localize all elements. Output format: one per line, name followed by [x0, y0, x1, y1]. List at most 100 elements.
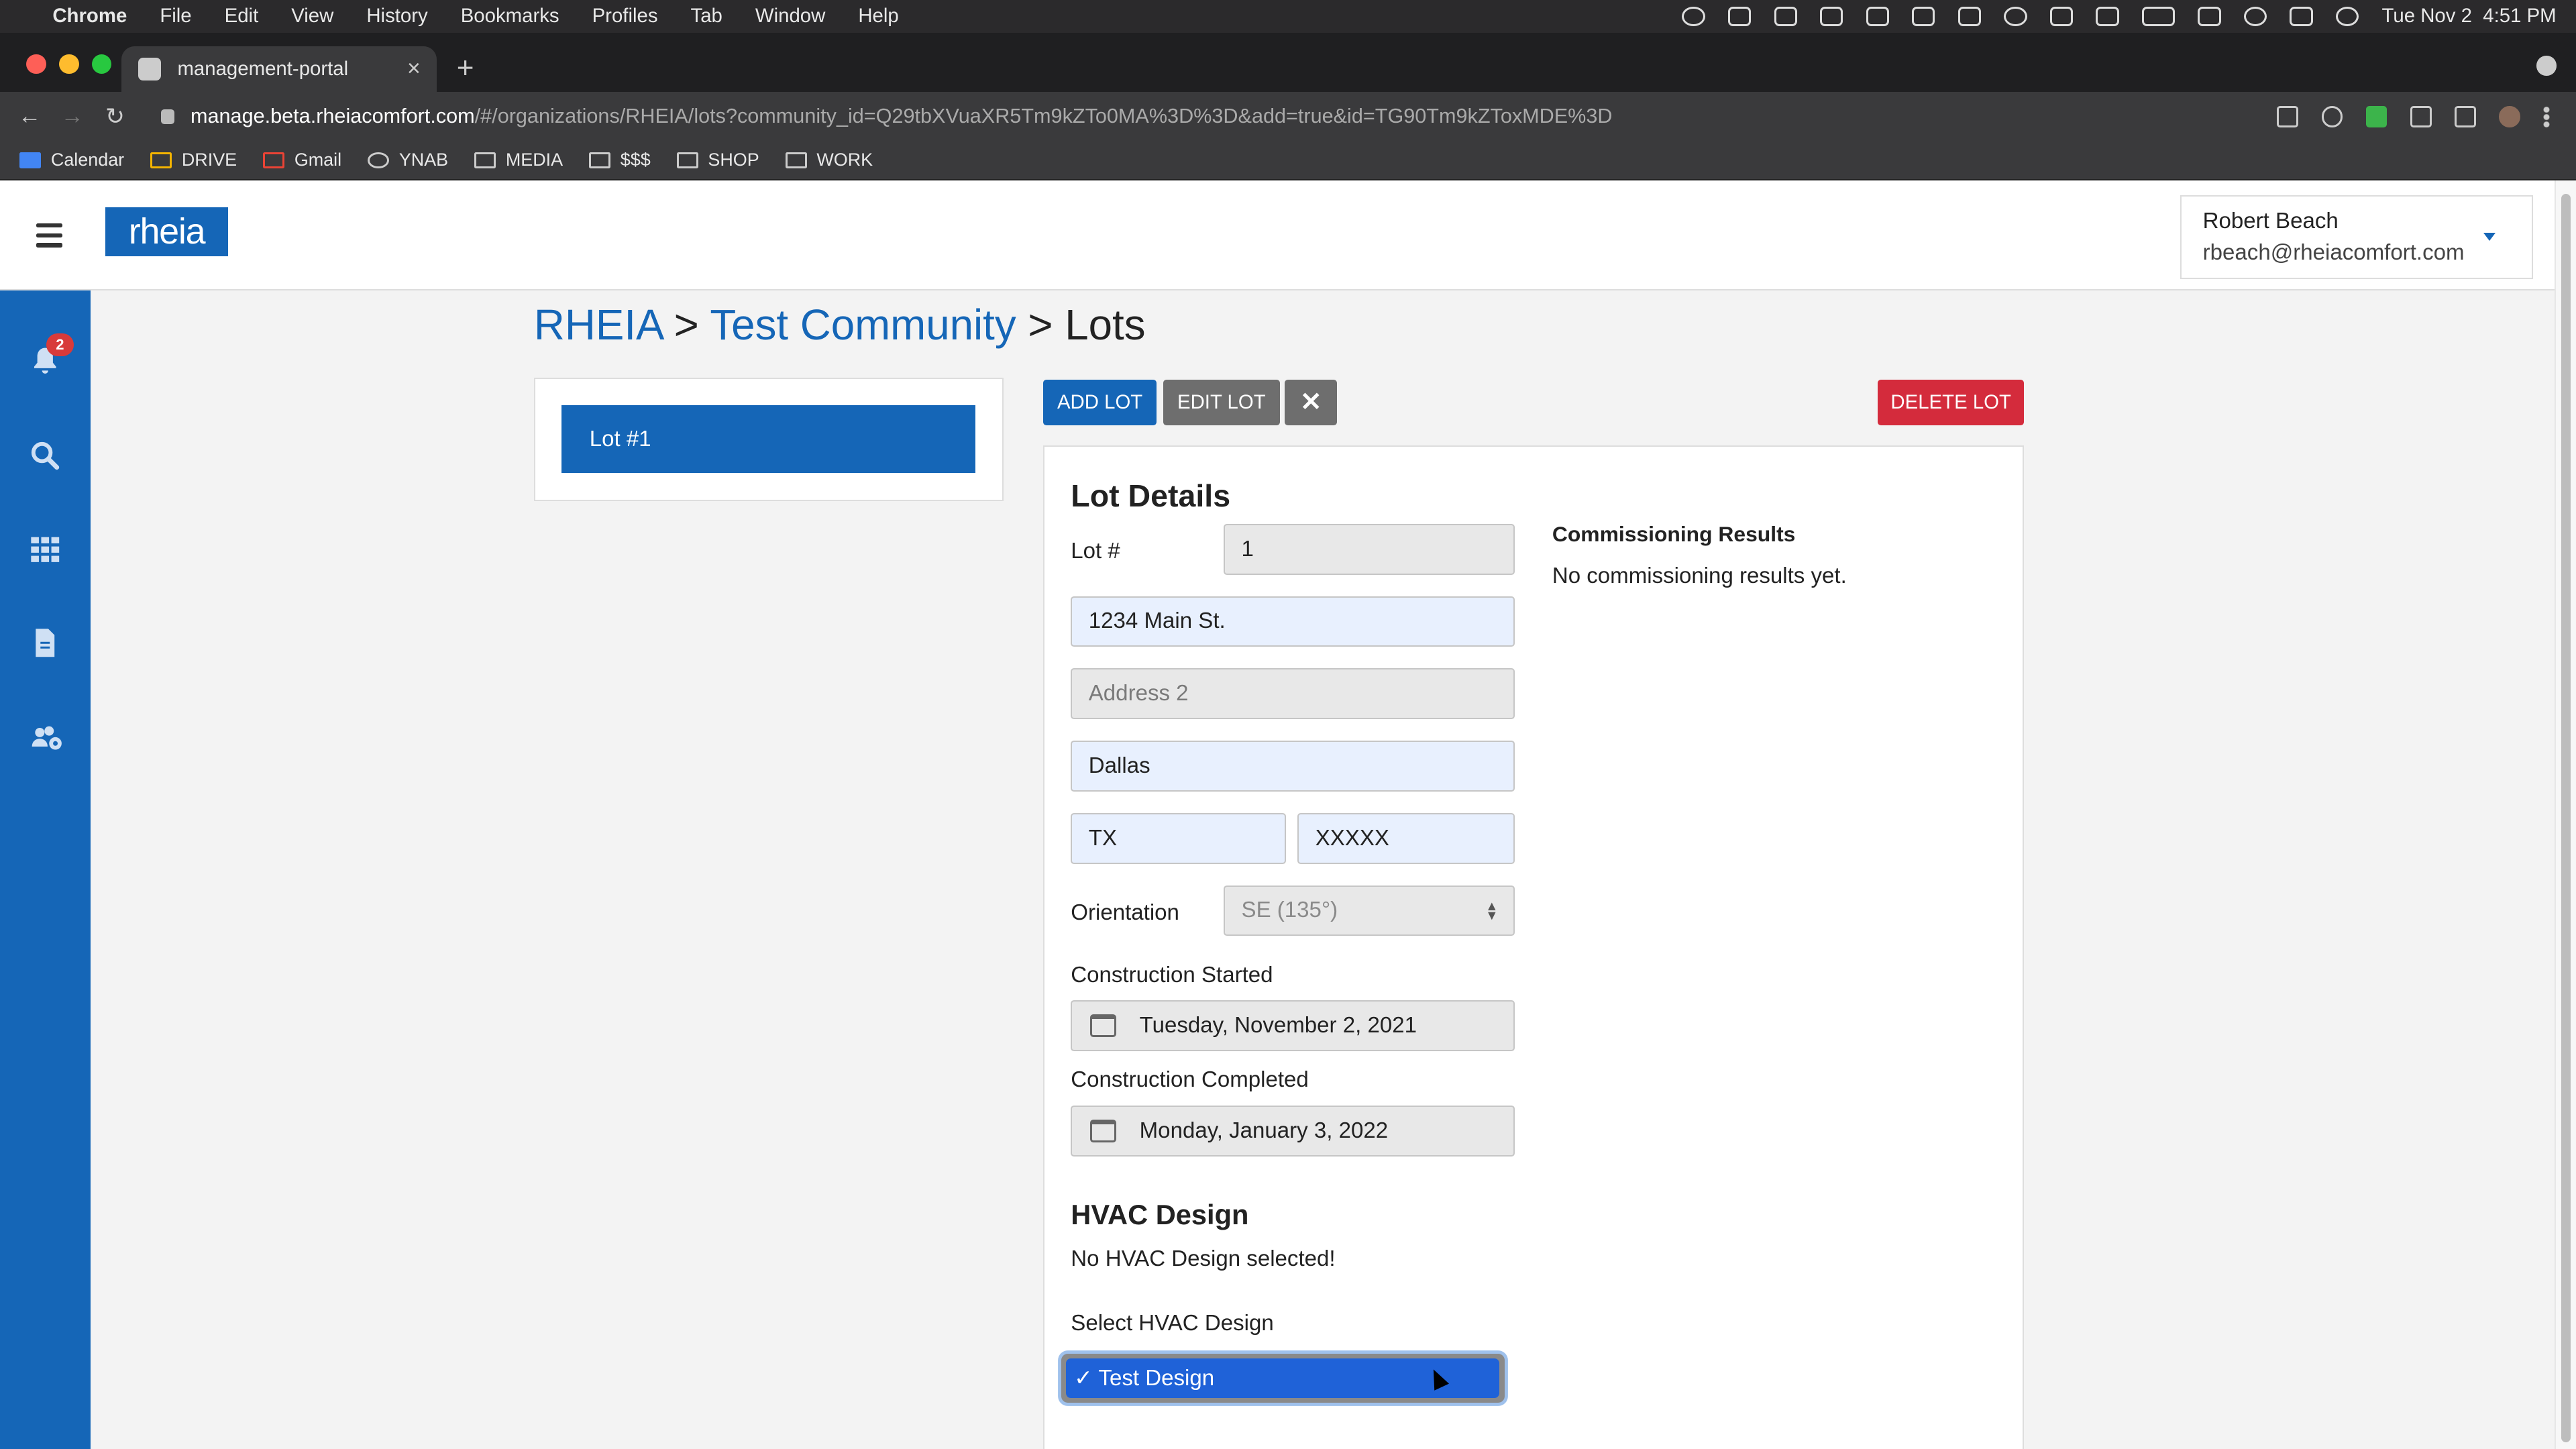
breadcrumb: RHEIA > Test Community > Lots	[534, 301, 1146, 350]
rheia-logo[interactable]: rheia	[105, 207, 229, 257]
reading-list-icon[interactable]	[2454, 105, 2476, 127]
city-input[interactable]: Dallas	[1071, 741, 1515, 792]
maximize-window-button[interactable]	[92, 54, 112, 74]
bookmark-calendar[interactable]: Calendar	[19, 150, 124, 170]
siri-icon[interactable]	[2335, 6, 2359, 27]
menu-help[interactable]: Help	[858, 5, 898, 28]
hamburger-menu-icon[interactable]	[36, 223, 63, 253]
vpn-icon[interactable]	[1957, 6, 1982, 27]
add-lot-button[interactable]: ADD LOT	[1043, 379, 1157, 426]
construction-completed-value: Monday, January 3, 2022	[1139, 1118, 1389, 1143]
extensions-puzzle-icon[interactable]	[2410, 105, 2432, 127]
dropbox-icon[interactable]	[1727, 6, 1752, 27]
document-icon[interactable]	[30, 627, 61, 659]
select-hvac-design-label: Select HVAC Design	[1071, 1310, 1274, 1336]
control-center-icon[interactable]	[2290, 6, 2313, 27]
menu-view[interactable]: View	[291, 5, 333, 28]
url-host: manage.beta.rheiacomfort.com	[191, 105, 475, 128]
lot-list-item[interactable]: Lot #1	[561, 405, 976, 473]
volume-icon[interactable]	[2049, 6, 2074, 27]
bookmark-star-icon[interactable]	[2321, 105, 2343, 127]
chrome-menu-icon[interactable]	[2543, 105, 2550, 127]
record-icon[interactable]	[1682, 6, 1705, 27]
menu-bookmarks[interactable]: Bookmarks	[461, 5, 559, 28]
orientation-select[interactable]: SE (135°) ▲ ▼	[1224, 885, 1515, 936]
menu-window[interactable]: Window	[755, 5, 825, 28]
user-menu[interactable]: Robert Beach rbeach@rheiacomfort.com	[2180, 195, 2534, 280]
minimize-window-button[interactable]	[59, 54, 79, 74]
bookmark-shop[interactable]: SHOP	[676, 150, 759, 170]
hvac-design-title: HVAC Design	[1071, 1199, 1249, 1231]
bookmark-drive[interactable]: DRIVE	[150, 150, 237, 170]
grid-icon[interactable]	[30, 534, 61, 566]
delete-lot-button[interactable]: DELETE LOT	[1878, 379, 2025, 426]
state-input[interactable]: TX	[1071, 812, 1287, 864]
bookmark-label: MEDIA	[505, 150, 564, 170]
lot-number-input[interactable]: 1	[1224, 523, 1515, 575]
mac-menubar: Chrome File Edit View History Bookmarks …	[0, 0, 2576, 33]
breadcrumb-current: Lots	[1065, 301, 1146, 350]
profile-avatar[interactable]	[2498, 105, 2520, 127]
user-name: Robert Beach	[2202, 208, 2339, 233]
search-icon[interactable]	[30, 440, 61, 472]
close-tab-icon[interactable]: ×	[407, 56, 421, 82]
bluetooth-icon[interactable]	[2096, 6, 2119, 27]
browser-tabbar: management-portal × +	[0, 32, 2576, 93]
extension-green-icon[interactable]	[2365, 105, 2387, 127]
bookmark-money[interactable]: $$$	[589, 150, 651, 170]
battery-icon[interactable]	[2142, 6, 2175, 27]
address1-input[interactable]: 1234 Main St.	[1071, 596, 1515, 647]
menu-tab[interactable]: Tab	[691, 5, 722, 28]
creative-cloud-icon[interactable]	[1774, 6, 1797, 27]
lock-icon[interactable]	[160, 109, 174, 124]
address-bar[interactable]: manage.beta.rheiacomfort.com /#/organiza…	[144, 95, 2277, 138]
menu-history[interactable]: History	[366, 5, 427, 28]
top-nav: rheia Robert Beach rbeach@rheiacomfort.c…	[0, 180, 2576, 291]
bookmark-ynab[interactable]: YNAB	[368, 150, 448, 170]
bookmark-gmail[interactable]: Gmail	[263, 150, 341, 170]
tab-title: management-portal	[177, 57, 349, 80]
back-icon[interactable]: ←	[16, 103, 42, 129]
reload-icon[interactable]: ↻	[102, 103, 128, 130]
forward-icon[interactable]: →	[59, 103, 85, 129]
hvac-design-status: No HVAC Design selected!	[1071, 1246, 1336, 1272]
construction-started-datepicker[interactable]: Tuesday, November 2, 2021	[1071, 1000, 1515, 1051]
close-button[interactable]: ✕	[1285, 379, 1338, 426]
bookmark-media[interactable]: MEDIA	[474, 150, 563, 170]
calendar-icon	[1090, 1014, 1117, 1038]
bookmark-work[interactable]: WORK	[785, 150, 873, 170]
menu-app[interactable]: Chrome	[52, 5, 127, 28]
page-scrollbar[interactable]	[2555, 180, 2576, 1449]
users-gear-icon[interactable]	[30, 723, 66, 755]
search-icon[interactable]	[2243, 6, 2267, 27]
zip-input[interactable]: XXXXX	[1297, 812, 1515, 864]
url-path: /#/organizations/RHEIA/lots?community_id…	[474, 105, 1613, 128]
address2-input[interactable]: Address 2	[1071, 668, 1515, 720]
close-window-button[interactable]	[26, 54, 46, 74]
cloud-icon[interactable]	[1912, 6, 1935, 27]
construction-completed-datepicker[interactable]: Monday, January 3, 2022	[1071, 1105, 1515, 1157]
breadcrumb-separator: >	[1016, 301, 1065, 350]
open-external-icon[interactable]	[2277, 105, 2299, 127]
breadcrumb-org-link[interactable]: RHEIA	[534, 301, 662, 349]
menu-profiles[interactable]: Profiles	[592, 5, 658, 28]
clock[interactable]: Tue Nov 2 4:51 PM	[2382, 5, 2557, 28]
edit-lot-button[interactable]: EDIT LOT	[1163, 379, 1280, 426]
breadcrumb-community-link[interactable]: Test Community	[710, 301, 1016, 349]
new-tab-icon[interactable]: +	[457, 52, 474, 85]
browser-tab[interactable]: management-portal ×	[121, 46, 437, 93]
sidebar: 2	[0, 290, 91, 1449]
app-icon[interactable]	[1866, 6, 1889, 27]
orientation-label: Orientation	[1071, 900, 1179, 925]
wifi-icon[interactable]	[2198, 6, 2221, 27]
play-icon[interactable]	[2004, 6, 2027, 27]
lot-list: Lot #1	[533, 378, 1004, 501]
bookmark-label: $$$	[620, 150, 651, 170]
status-icons: Tue Nov 2 4:51 PM	[1682, 5, 2557, 28]
calendar-icon	[19, 152, 42, 169]
tab-search-icon[interactable]	[2536, 56, 2557, 76]
menu-edit[interactable]: Edit	[225, 5, 259, 28]
bear-icon[interactable]	[1820, 6, 1843, 27]
menu-file[interactable]: File	[160, 5, 191, 28]
scrollbar-thumb[interactable]	[2561, 193, 2571, 1443]
